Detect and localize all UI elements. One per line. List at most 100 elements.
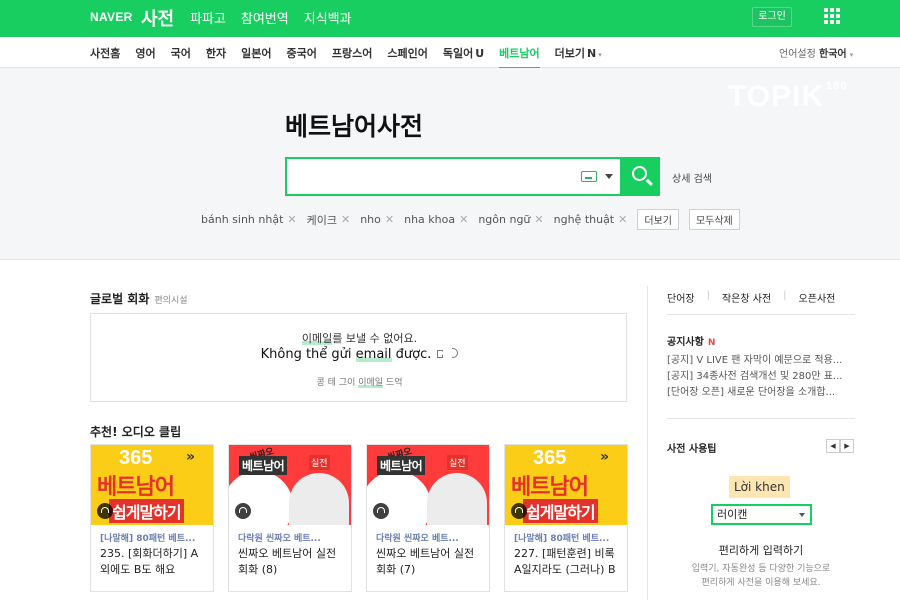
ko-highlight: 이메일	[301, 332, 333, 345]
recent-search-item[interactable]: nghệ thuật ✕	[554, 213, 628, 226]
audio-section-title: 추천! 오디오 클립	[90, 425, 182, 439]
conversation-section-title: 글로벌 회화 편의시설	[90, 290, 188, 307]
tip-heading: 편리하게 입력하기	[718, 544, 804, 557]
recent-search-item[interactable]: nho ✕	[360, 213, 394, 226]
close-icon[interactable]: ✕	[618, 213, 627, 226]
clip-title: 227. [패턴훈련] 비록 A일지라도 (그러나) B	[514, 547, 616, 576]
tips-pager: ◀ ▶	[826, 439, 854, 453]
thumb-number: 365	[119, 447, 153, 469]
nav-participation-translation[interactable]: 참여번역	[241, 8, 289, 27]
tab-japanese[interactable]: 일본어	[241, 45, 271, 69]
tab-french[interactable]: 프랑스어	[332, 45, 372, 69]
nav-knowledge-encyclopedia[interactable]: 지식백과	[304, 8, 352, 27]
thumb-portrait	[427, 473, 487, 525]
caret-down-icon[interactable]	[605, 174, 613, 179]
tab-open-dictionary[interactable]: 오픈사전	[799, 290, 836, 305]
recent-search-item[interactable]: ngôn ngữ ✕	[478, 213, 543, 226]
audio-clip-card[interactable]: 씬짜오 베트남어 실전 다락원 씬짜오 베트... 씬짜오 베트남어 실전 회화…	[228, 444, 352, 592]
notice-title[interactable]: 공지사항 N	[667, 333, 715, 348]
grid-icon[interactable]	[824, 8, 840, 24]
search-button[interactable]	[622, 157, 660, 196]
next-icon[interactable]: ▶	[840, 439, 854, 453]
headphones-icon	[373, 503, 389, 519]
tip-description: 입력기, 자동완성 등 다양한 기능으로 편리하게 사전을 이용해 보세요.	[667, 562, 855, 590]
thumb-title: 베트남어	[377, 456, 426, 475]
watermark-sup: 180	[826, 80, 848, 92]
page-title: 베트남어사전	[285, 112, 424, 141]
audio-clip-card[interactable]: 365 » 베트남어 쉽게말하기 [나말해] 80패턴 베트... 235. […	[90, 444, 214, 592]
chevron-down-icon: ▾	[598, 51, 602, 59]
recent-search-item[interactable]: nha khoa ✕	[404, 213, 468, 226]
thumb-tag: 실전	[309, 455, 330, 470]
prev-icon[interactable]: ◀	[826, 439, 840, 453]
tip-desc-line: 입력기, 자동완성 등 다양한 기능으로	[691, 564, 831, 574]
clip-category: [나말해] 80패턴 베트...	[100, 534, 196, 544]
tab-spanish[interactable]: 스페인어	[387, 45, 427, 69]
recent-search-item[interactable]: bánh sinh nhật ✕	[201, 213, 297, 226]
tab-chinese[interactable]: 중국어	[287, 45, 317, 69]
top-bar: NAVER 사전 파파고 참여번역 지식백과 로그인	[0, 0, 900, 37]
advanced-search-link[interactable]: 상세 검색	[672, 170, 712, 185]
recent-search-text: ngôn ngữ	[478, 213, 531, 226]
thumb-title: 베트남어	[239, 456, 288, 475]
search-input[interactable]	[293, 165, 573, 189]
sidebar-divider	[667, 418, 855, 419]
notice-item[interactable]: [단어장 오픈] 새로운 단어장을 소개합...	[667, 385, 855, 401]
tip-desc-line: 편리하게 사전을 이용해 보세요.	[701, 578, 821, 588]
close-icon[interactable]: ✕	[287, 213, 296, 226]
keyboard-icon[interactable]	[581, 171, 597, 182]
tab-english[interactable]: 영어	[135, 45, 155, 69]
nav-papago[interactable]: 파파고	[190, 8, 226, 27]
headphones-icon	[235, 503, 251, 519]
tab-korean[interactable]: 국어	[171, 45, 191, 69]
recent-search-text: nghệ thuật	[553, 213, 615, 226]
double-chevron-icon: »	[600, 449, 610, 465]
naver-logo[interactable]: NAVER	[90, 10, 133, 24]
thumb-number: 365	[533, 447, 567, 469]
tab-separator: |	[706, 290, 710, 301]
more-recent-button[interactable]: 더보기	[637, 209, 679, 230]
notice-title-text: 공지사항	[667, 337, 704, 348]
topik-watermark: TOPIK 180	[728, 80, 848, 114]
tab-more-label: 더보기	[554, 47, 586, 60]
chevron-down-icon: ▾	[849, 51, 854, 59]
audio-clip-card[interactable]: 365 » 베트남어 쉽게말하기 [나말해] 80패턴 베트... 227. […	[504, 444, 628, 592]
tab-dictionary-home[interactable]: 사전홈	[90, 45, 120, 69]
tab-hanja[interactable]: 한자	[206, 45, 226, 69]
tip-example-badge: Lời khen	[729, 476, 790, 498]
close-icon[interactable]: ✕	[459, 213, 468, 226]
login-button[interactable]: 로그인	[752, 7, 792, 27]
close-icon[interactable]: ✕	[385, 213, 394, 226]
vi-text-post: được.	[391, 347, 432, 362]
tab-mini-dictionary[interactable]: 작은창 사전	[722, 290, 771, 305]
thumb-title: 베트남어	[511, 475, 589, 500]
tab-vietnamese[interactable]: 베트남어	[499, 45, 540, 69]
top-nav: 파파고 참여번역 지식백과	[190, 8, 352, 27]
double-chevron-icon: »	[186, 449, 196, 465]
conversation-korean: 이메일를 보낼 수 없어요.	[91, 330, 628, 346]
clear-all-button[interactable]: 모두삭제	[688, 209, 740, 230]
conversation-card[interactable]: 이메일를 보낼 수 없어요. Không thể gửi email được.…	[90, 313, 627, 402]
clip-title: 씬짜오 베트남어 실전 회화 (8)	[238, 547, 337, 576]
close-icon[interactable]: ✕	[534, 213, 543, 226]
clip-title: 235. [회화더하기] A 외에도 B도 해요	[100, 547, 199, 576]
language-setting-value: 한국어	[819, 49, 847, 60]
clip-thumbnail: 씬짜오 베트남어 실전	[229, 445, 351, 525]
dictionary-brand[interactable]: 사전	[141, 5, 174, 31]
recent-search-text: nha khoa	[404, 213, 456, 226]
tab-wordbook[interactable]: 단어장	[667, 290, 695, 305]
thumb-subtitle: 쉽게말하기	[109, 499, 184, 523]
notice-list: [공지] V LIVE 팬 자막이 예문으로 적용... [공지] 34종사전 …	[667, 353, 855, 401]
language-setting[interactable]: 언어설정 한국어 ▾	[779, 45, 853, 60]
audio-clip-card[interactable]: 씬짜오 베트남어 실전 다락원 씬짜오 베트... 씬짜오 베트남어 실전 회화…	[366, 444, 490, 592]
notice-item[interactable]: [공지] V LIVE 팬 자막이 예문으로 적용...	[667, 353, 855, 369]
notice-item[interactable]: [공지] 34종사전 검색개선 및 280만 표...	[667, 369, 855, 385]
tab-german[interactable]: 독일어 U	[443, 45, 484, 69]
tip-example-select[interactable]: 러이캔	[711, 504, 812, 525]
audio-clip-list: 365 » 베트남어 쉽게말하기 [나말해] 80패턴 베트... 235. […	[90, 444, 628, 592]
speaker-icon[interactable]	[437, 347, 451, 359]
tab-more[interactable]: 더보기 N ▾	[555, 45, 602, 69]
close-icon[interactable]: ✕	[341, 213, 350, 226]
recent-search-item[interactable]: 케이크 ✕	[307, 212, 351, 228]
sidebar-divider	[667, 314, 855, 315]
